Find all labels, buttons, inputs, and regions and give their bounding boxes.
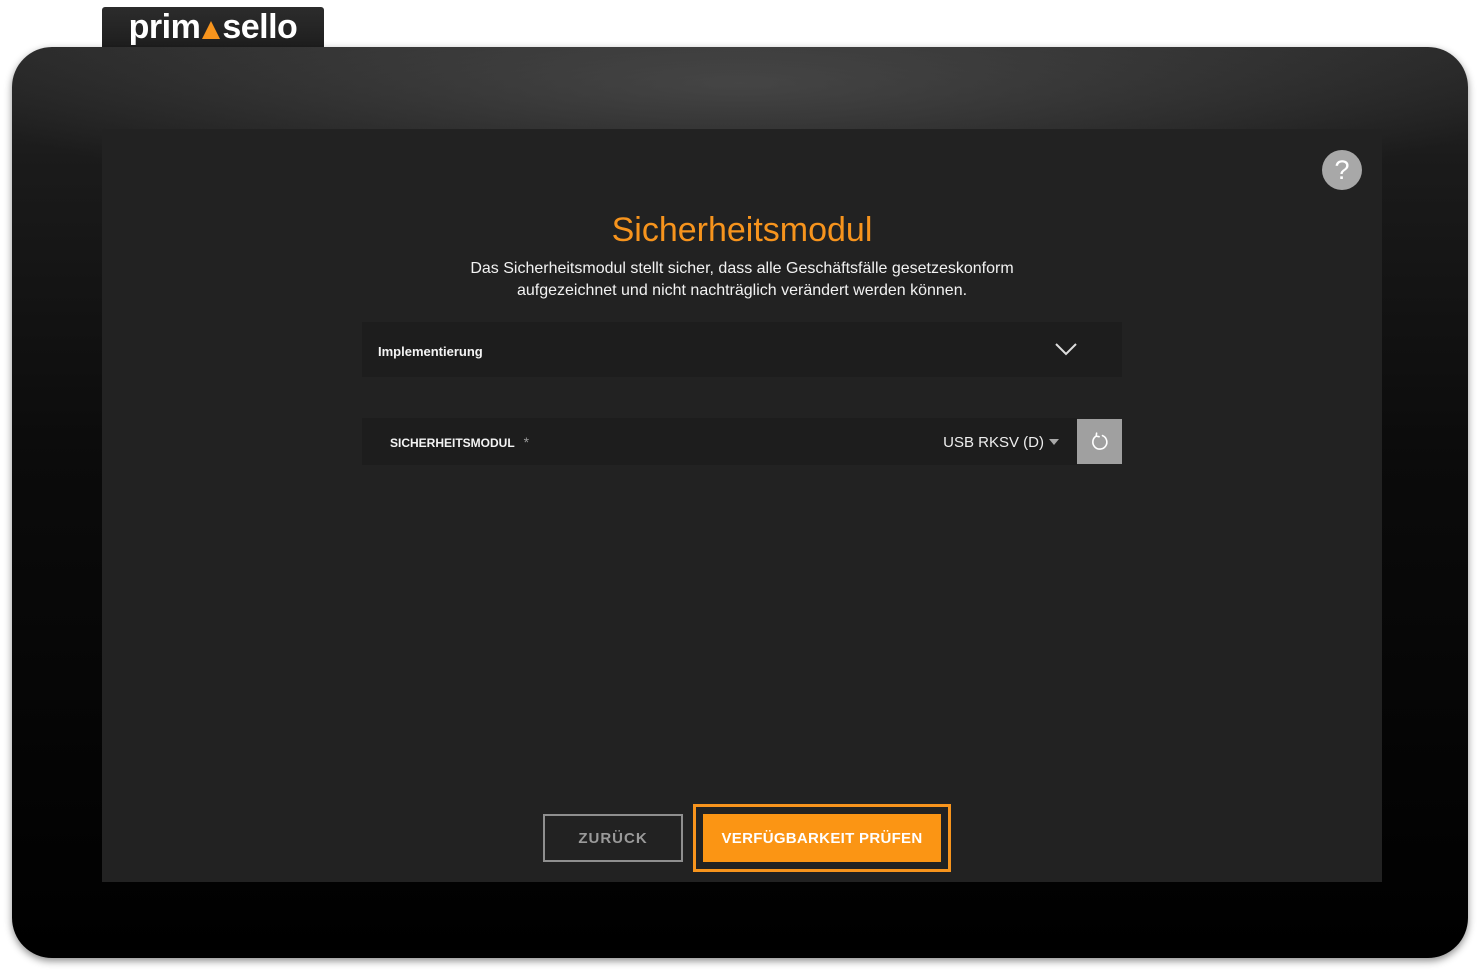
check-availability-label: VERFÜGBARKEIT PRÜFEN	[721, 829, 923, 847]
refresh-icon	[1091, 431, 1108, 450]
description-line-2: aufgezeichnet und nicht nachträglich ver…	[516, 282, 968, 299]
description-line-1: Das Sicherheitsmodul stellt sicher, dass…	[470, 260, 1014, 277]
refresh-button[interactable]	[1077, 419, 1122, 464]
check-availability-button[interactable]: VERFÜGBARKEIT PRÜFEN	[693, 804, 951, 872]
security-module-field: SICHERHEITSMODUL * USB RKSV (D)	[362, 418, 1077, 465]
select-value: USB RKSV (D)	[943, 433, 1044, 451]
help-icon: ?	[1334, 155, 1350, 185]
chevron-down-icon	[1055, 343, 1077, 356]
required-marker: *	[523, 433, 530, 450]
logo-text-left: prim	[128, 8, 201, 46]
accordion-label: Implementierung	[378, 343, 483, 359]
implementation-accordion[interactable]: Implementierung	[362, 322, 1122, 377]
back-button[interactable]: ZURÜCK	[543, 814, 683, 862]
help-button[interactable]: ?	[1322, 150, 1362, 190]
logo-text-right: sello	[222, 8, 298, 46]
screen: ? Sicherheitsmodul Das Sicherheitsmodul …	[102, 129, 1382, 882]
field-label: SICHERHEITSMODUL	[390, 436, 515, 450]
caret-down-icon	[1049, 438, 1059, 445]
page-description: Das Sicherheitsmodul stellt sicher, dass…	[102, 258, 1382, 302]
brand-logo: prim sello	[102, 7, 324, 47]
security-module-select[interactable]: USB RKSV (D)	[943, 418, 1059, 465]
page-title: Sicherheitsmodul	[611, 211, 873, 249]
back-button-label: ZURÜCK	[578, 829, 648, 847]
triangle-mark-icon	[202, 21, 221, 39]
